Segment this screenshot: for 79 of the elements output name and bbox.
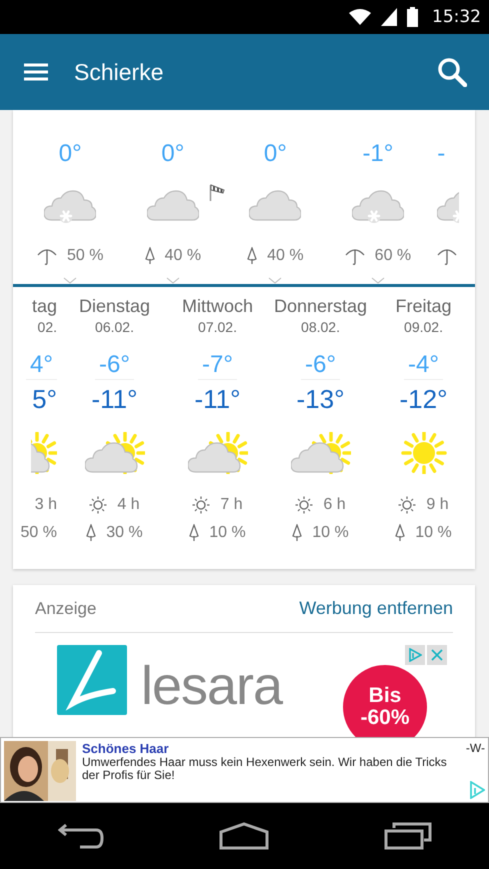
day-date: 09.02.	[404, 319, 443, 335]
precipitation-chance: 40 %	[164, 247, 202, 265]
recent-apps-button[interactable]	[384, 822, 432, 850]
high-temperature: -6°	[95, 351, 134, 380]
day-name: Freitag	[395, 296, 452, 317]
day-name: Mittwoch	[182, 296, 253, 317]
hour-temperature: -	[437, 139, 446, 169]
hour-temperature: 0°	[264, 139, 287, 169]
precipitation-chance: 40 %	[267, 247, 304, 265]
high-temperature: -7°	[198, 351, 237, 380]
precipitation-chance: 30 %	[106, 524, 143, 542]
banner-mark: -W-	[466, 741, 485, 755]
sun-cloud-icon	[188, 432, 248, 474]
chevron-down-icon[interactable]	[166, 277, 180, 284]
sunshine-hours: 9 h	[426, 496, 449, 514]
high-temperature: -6°	[301, 351, 340, 380]
banner-ad[interactable]: Schönes Haar Umwerfendes Haar muss kein Hexenwerk sein. Wir haben die Tricks der Profis für Sie! -W-	[0, 737, 489, 803]
hour-temperature: 0°	[58, 139, 82, 169]
precipitation-chance: 10 %	[415, 524, 452, 542]
day-name: Dienstag	[78, 296, 150, 317]
adchoices-button[interactable]	[405, 645, 425, 665]
chevron-down-icon[interactable]	[370, 277, 385, 284]
brand-name: lesara	[141, 655, 282, 717]
day-date: 08.02.	[301, 319, 340, 335]
discount-prefix: Bis	[368, 684, 402, 707]
battery-icon	[407, 7, 418, 27]
low-temperature: 5°	[32, 384, 57, 415]
umbrella-icon	[344, 247, 365, 265]
sunshine-hours: 3 h	[34, 496, 57, 514]
snow-cloud-icon	[352, 188, 404, 224]
precipitation-chance: 60 %	[374, 247, 412, 265]
back-button[interactable]	[58, 823, 104, 849]
high-temperature: -4°	[404, 351, 443, 380]
clock-time: 15:32	[432, 7, 481, 27]
ad-label: Anzeige	[35, 598, 96, 618]
banner-title: Schönes Haar	[82, 741, 170, 756]
low-temperature: -11°	[194, 384, 241, 415]
discount-value: -60%	[360, 707, 410, 730]
precipitation-chance: 10 %	[312, 524, 349, 542]
high-temperature: 4°	[26, 351, 57, 380]
sun-outline-icon	[89, 496, 108, 514]
precipitation-chance: 50 %	[20, 524, 57, 542]
wifi-icon	[349, 9, 371, 25]
day-date: 07.02.	[198, 319, 237, 335]
signal-icon	[381, 8, 397, 26]
sun-outline-icon	[192, 496, 210, 514]
low-temperature: -11°	[91, 384, 138, 415]
hour-temperature: 0°	[161, 139, 184, 169]
day-name: Donnerstag	[274, 296, 368, 317]
day-date: 06.02.	[95, 319, 134, 335]
day-date: 02.	[38, 319, 57, 335]
sun-cloud-icon	[290, 432, 350, 474]
remove-ads-link[interactable]: Werbung entfernen	[299, 598, 453, 619]
day-name: tag	[32, 296, 57, 317]
search-button[interactable]	[437, 57, 467, 87]
menu-button[interactable]	[24, 63, 48, 81]
home-button[interactable]	[218, 822, 268, 850]
sunshine-hours: 4 h	[117, 496, 140, 514]
sunshine-hours: 7 h	[220, 496, 243, 514]
low-temperature: -12°	[400, 384, 448, 415]
precipitation-chance: 50 %	[67, 247, 104, 265]
location-title: Schierke	[74, 58, 164, 86]
logo-icon	[57, 645, 127, 715]
chevron-down-icon[interactable]	[268, 277, 282, 284]
umbrella-icon	[437, 247, 458, 265]
sun-outline-icon	[398, 496, 416, 514]
precipitation-chance: 10 %	[209, 524, 246, 542]
sun-cloud-icon	[84, 432, 144, 474]
hour-temperature: -1°	[362, 139, 394, 169]
sunshine-hours: 6 h	[323, 496, 346, 514]
snow-cloud-icon	[44, 188, 96, 224]
sun-cloud-icon	[31, 432, 57, 474]
chevron-down-icon[interactable]	[63, 277, 78, 284]
banner-text: Umwerfendes Haar muss kein Hexenwerk sein. Wir haben die Tricks der Profis für Sie!	[82, 756, 448, 782]
sun-outline-icon	[295, 496, 314, 514]
close-button[interactable]	[427, 645, 447, 665]
low-temperature: -13°	[296, 384, 344, 415]
umbrella-icon	[37, 247, 58, 265]
adchoices-icon[interactable]	[469, 781, 485, 799]
